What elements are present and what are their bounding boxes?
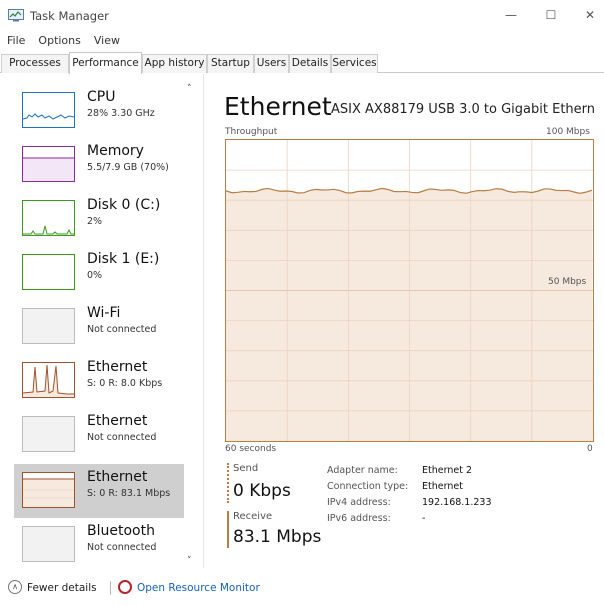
sidebar-item-disk-0[interactable]: Disk 0 (C:) 2% (14, 192, 184, 246)
ethernet-1-thumbnail-graph (22, 362, 75, 398)
tab-strip: Processes Performance App history Startu… (0, 52, 604, 74)
sidebar-item-wifi[interactable]: Wi-Fi Not connected (14, 300, 184, 354)
connection-type-label: Connection type: (327, 481, 409, 492)
sidebar-divider (203, 74, 204, 568)
tab-details[interactable]: Details (289, 54, 331, 73)
send-value: 0 Kbps (233, 481, 291, 501)
ipv6-label: IPv6 address: (327, 513, 391, 524)
tab-startup[interactable]: Startup (207, 54, 254, 73)
sidebar-item-ethernet-1[interactable]: Ethernet S: 0 R: 8.0 Kbps (14, 354, 184, 408)
footer-separator (110, 581, 111, 595)
tab-app-history[interactable]: App history (142, 54, 207, 73)
tab-processes[interactable]: Processes (1, 54, 69, 73)
ipv6-value: - (422, 513, 426, 524)
sidebar-item-subtitle: S: 0 R: 83.1 Mbps (87, 488, 171, 499)
ipv4-value: 192.168.1.233 (422, 497, 492, 508)
sidebar-item-title: Disk 1 (E:) (87, 251, 160, 267)
sidebar-item-memory[interactable]: Memory 5.5/7.9 GB (70%) (14, 138, 184, 192)
memory-thumbnail-graph (22, 146, 75, 182)
sidebar-item-ethernet-2[interactable]: Ethernet Not connected (14, 408, 184, 462)
sidebar-item-subtitle: 28% 3.30 GHz (87, 108, 155, 119)
cpu-thumbnail-graph (22, 92, 75, 128)
sidebar-item-ethernet-3[interactable]: Ethernet S: 0 R: 83.1 Mbps (14, 464, 184, 518)
tab-users[interactable]: Users (254, 54, 289, 73)
sidebar-item-title: Ethernet (87, 359, 148, 375)
sidebar-item-subtitle: 0% (87, 270, 103, 281)
ethernet-3-thumbnail-graph (22, 472, 75, 508)
tab-performance[interactable]: Performance (69, 52, 142, 74)
ipv4-label: IPv4 address: (327, 497, 391, 508)
sidebar-item-title: Ethernet (87, 413, 148, 429)
maximize-button[interactable]: ☐ (533, 4, 569, 26)
title-bar: Task Manager — ☐ ✕ (0, 0, 604, 30)
sidebar-item-title: Wi-Fi (87, 305, 121, 321)
minimize-button[interactable]: — (493, 4, 529, 26)
tab-services[interactable]: Services (331, 54, 378, 73)
sidebar-item-title: CPU (87, 89, 116, 105)
receive-label: Receive (233, 511, 273, 522)
sidebar-item-bluetooth[interactable]: Bluetooth Not connected (14, 518, 184, 572)
adapter-description: ASIX AX88179 USB 3.0 to Gigabit Ethern..… (331, 102, 594, 117)
menu-file[interactable]: File (0, 33, 31, 49)
disk-0-thumbnail-graph (22, 200, 75, 236)
sidebar-item-subtitle: 5.5/7.9 GB (70%) (87, 162, 169, 173)
resource-sidebar: ˄ CPU 28% 3.30 GHz Memory 5.5/7.9 GB (70… (0, 74, 203, 568)
sidebar-item-title: Ethernet (87, 469, 148, 485)
sidebar-item-subtitle: Not connected (87, 542, 157, 553)
disk-1-thumbnail-graph (22, 254, 75, 290)
ethernet-2-thumbnail-graph (22, 416, 75, 452)
fewer-details-link[interactable]: Fewer details (27, 582, 97, 594)
menu-options[interactable]: Options (31, 33, 86, 49)
receive-value: 83.1 Mbps (233, 527, 322, 547)
sidebar-item-subtitle: 2% (87, 216, 103, 227)
resource-monitor-icon[interactable] (118, 580, 132, 594)
sidebar-item-subtitle: S: 0 R: 8.0 Kbps (87, 378, 163, 389)
graph-time-left-label: 60 seconds (225, 444, 277, 454)
open-resource-monitor-link[interactable]: Open Resource Monitor (137, 582, 260, 594)
sidebar-item-subtitle: Not connected (87, 432, 157, 443)
scroll-up-icon[interactable]: ˄ (187, 84, 192, 94)
menu-bar: File Options View (0, 33, 126, 49)
sidebar-item-subtitle: Not connected (87, 324, 157, 335)
throughput-graph-svg (226, 140, 593, 441)
adapter-name-label: Adapter name: (327, 465, 398, 476)
graph-mid-label: 50 Mbps (548, 277, 587, 287)
bluetooth-thumbnail-graph (22, 526, 75, 562)
graph-max-label: 100 Mbps (546, 127, 590, 137)
send-label: Send (233, 463, 259, 474)
graph-label: Throughput (225, 127, 278, 137)
window-title: Task Manager (30, 9, 109, 23)
send-indicator (227, 463, 229, 503)
connection-type-value: Ethernet (422, 481, 463, 492)
sidebar-item-title: Disk 0 (C:) (87, 197, 161, 213)
throughput-graph (225, 139, 594, 442)
sidebar-item-disk-1[interactable]: Disk 1 (E:) 0% (14, 246, 184, 300)
sidebar-item-title: Bluetooth (87, 523, 155, 539)
close-button[interactable]: ✕ (572, 4, 604, 26)
scroll-down-icon[interactable]: ˅ (187, 556, 192, 566)
adapter-name-value: Ethernet 2 (422, 465, 472, 476)
receive-indicator (227, 511, 229, 548)
menu-view[interactable]: View (87, 33, 126, 49)
sidebar-item-title: Memory (87, 143, 144, 159)
task-manager-icon (8, 9, 24, 22)
page-title: Ethernet (224, 92, 332, 121)
wifi-thumbnail-graph (22, 308, 75, 344)
sidebar-item-cpu[interactable]: CPU 28% 3.30 GHz (14, 84, 184, 138)
chevron-up-icon[interactable]: ∧ (8, 580, 22, 594)
graph-time-right-label: 0 (587, 444, 593, 454)
footer-bar: ∧ Fewer details Open Resource Monitor (0, 572, 604, 606)
